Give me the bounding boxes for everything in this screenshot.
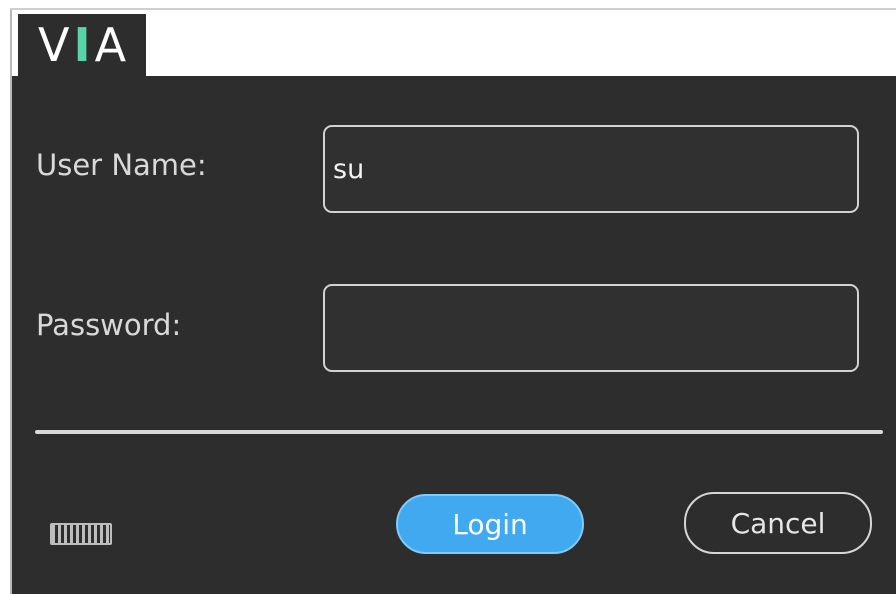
password-label: Password: <box>36 308 182 342</box>
logo-letter-a: A <box>94 18 127 72</box>
dialog-header: V I A <box>12 10 896 76</box>
login-form-panel: User Name: Password: Login Cancel <box>12 76 896 594</box>
login-button[interactable]: Login <box>396 494 584 554</box>
login-dialog: V I A User Name: Password: Login Cancel <box>0 0 896 594</box>
cancel-button[interactable]: Cancel <box>684 492 872 554</box>
keyboard-icon[interactable] <box>50 523 112 545</box>
form-divider <box>35 430 883 434</box>
username-input[interactable] <box>323 125 859 213</box>
password-input[interactable] <box>323 284 859 372</box>
username-label: User Name: <box>36 148 207 182</box>
via-logo: V I A <box>18 14 146 76</box>
logo-letter-i: I <box>73 18 91 72</box>
logo-letter-v: V <box>37 18 70 72</box>
